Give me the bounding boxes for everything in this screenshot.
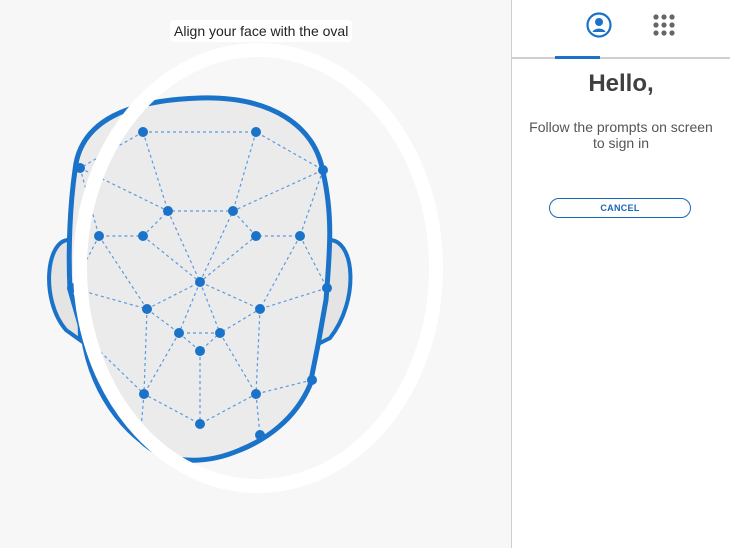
greeting-heading: Hello, bbox=[588, 70, 654, 97]
camera-view: Align your face with the oval bbox=[0, 0, 511, 548]
face-outline-illustration bbox=[47, 43, 443, 493]
sign-in-tabs bbox=[512, 0, 730, 59]
alignment-instruction: Align your face with the oval bbox=[170, 20, 353, 42]
cancel-button[interactable]: CANCEL bbox=[549, 198, 691, 218]
keypad-grid-icon bbox=[653, 14, 675, 41]
user-circle-icon bbox=[586, 12, 612, 43]
active-tab-indicator bbox=[555, 56, 600, 59]
sign-in-instructions: Follow the prompts on screen to sign in bbox=[529, 119, 713, 151]
sign-in-panel: Hello, Follow the prompts on screen to s… bbox=[512, 0, 730, 548]
tab-pin-keypad[interactable] bbox=[620, 0, 708, 55]
